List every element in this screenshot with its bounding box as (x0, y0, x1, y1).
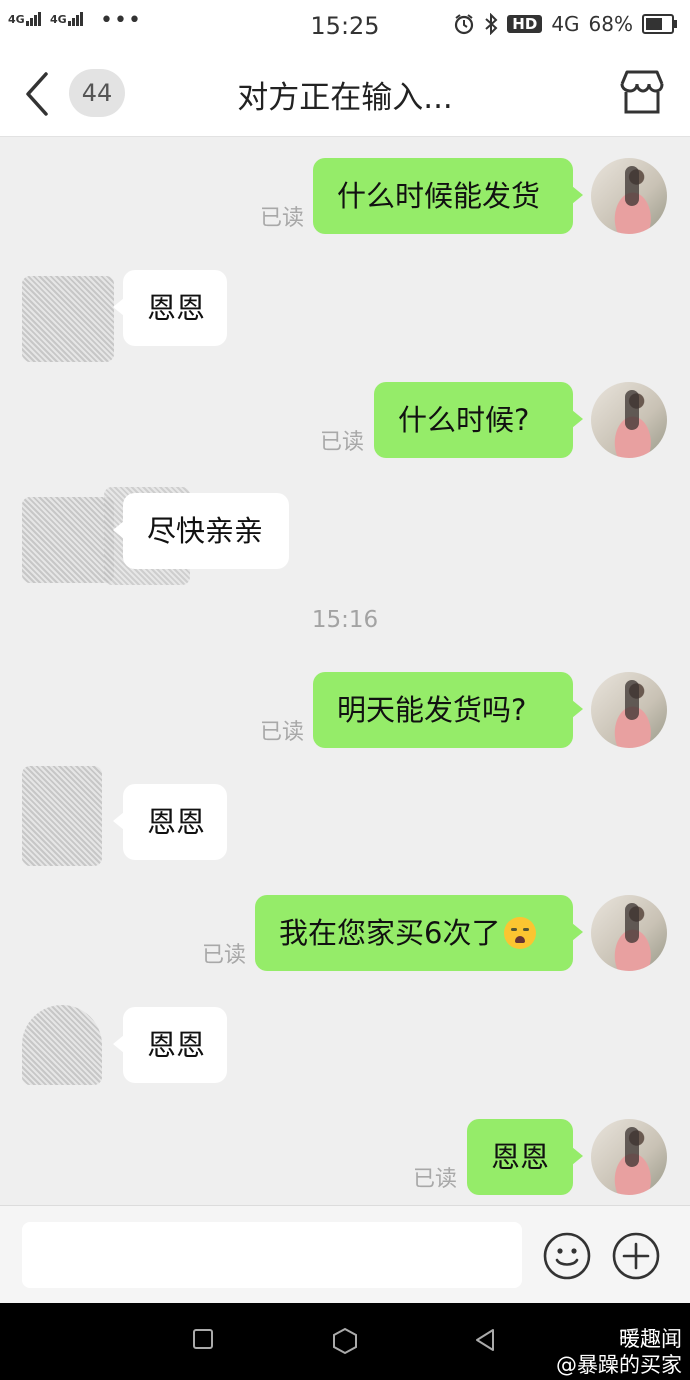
back-icon[interactable] (473, 1327, 497, 1353)
message-bubble-sent[interactable]: 什么时候? (374, 382, 583, 458)
page-title: 对方正在输入... (237, 80, 453, 116)
read-receipt: 已读 (320, 430, 365, 455)
read-receipt: 已读 (260, 720, 305, 745)
message-row: 已读 恩恩 (0, 1119, 690, 1199)
crying-face-icon (504, 917, 537, 949)
alarm-icon (455, 14, 474, 35)
message-row: 尽快亲亲 (0, 487, 690, 585)
read-receipt: 已读 (260, 206, 305, 231)
seller-avatar[interactable] (22, 276, 114, 362)
read-receipt: 已读 (202, 943, 247, 968)
status-bar: 4G 4G ••• 15:25 HD 4G 68% (0, 0, 690, 52)
message-row: 已读 什么时候能发货 (0, 158, 690, 238)
seller-avatar[interactable] (22, 766, 102, 866)
message-bubble-received[interactable]: 恩恩 (113, 270, 227, 346)
message-bubble-received[interactable]: 尽快亲亲 (113, 493, 289, 569)
my-avatar[interactable] (591, 1119, 667, 1195)
message-row: 恩恩 (0, 270, 690, 362)
recent-apps-icon[interactable] (191, 1327, 215, 1351)
message-input-bar (0, 1205, 690, 1304)
battery-percent: 68% (588, 12, 633, 36)
message-row: 已读 我在您家买6次了 (0, 895, 690, 975)
home-icon[interactable] (331, 1327, 359, 1355)
message-row: 恩恩 (0, 766, 690, 874)
message-bubble-received[interactable]: 恩恩 (113, 1007, 227, 1083)
watermark: 暖趣闻 @暴躁的买家 (556, 1326, 682, 1378)
battery-icon (642, 14, 677, 34)
message-row: 恩恩 (0, 1005, 690, 1097)
bluetooth-icon (485, 13, 498, 35)
message-row: 已读 明天能发货吗? (0, 672, 690, 752)
message-text: 我在您家买6次了 (279, 916, 501, 950)
message-bubble-sent[interactable]: 我在您家买6次了 (255, 895, 583, 971)
my-avatar[interactable] (591, 382, 667, 458)
watermark-handle: @暴躁的买家 (556, 1353, 682, 1377)
emoji-button-icon[interactable] (543, 1232, 591, 1280)
status-icons: HD 4G 68% (453, 12, 677, 36)
chat-header: 44 对方正在输入... (0, 52, 690, 137)
my-avatar[interactable] (591, 672, 667, 748)
message-bubble-sent[interactable]: 什么时候能发货 (313, 158, 583, 234)
store-icon[interactable] (618, 68, 666, 118)
chat-message-list[interactable]: 已读 什么时候能发货 恩恩 已读 什么时候? 尽快亲亲 15:16 已读 明天能… (0, 137, 690, 1205)
message-bubble-sent[interactable]: 恩恩 (467, 1119, 583, 1195)
my-avatar[interactable] (591, 158, 667, 234)
my-avatar[interactable] (591, 895, 667, 971)
message-bubble-received[interactable]: 恩恩 (113, 784, 227, 860)
message-bubble-sent[interactable]: 明天能发货吗? (313, 672, 583, 748)
message-input[interactable] (22, 1222, 522, 1288)
read-receipt: 已读 (413, 1167, 458, 1192)
watermark-brand: 暖趣闻 (619, 1327, 682, 1351)
network-type: 4G (551, 12, 580, 36)
add-attachment-icon[interactable] (612, 1232, 660, 1280)
hd-badge: HD (507, 15, 543, 33)
seller-avatar[interactable] (22, 497, 114, 583)
message-row: 已读 什么时候? (0, 382, 690, 462)
timestamp-separator: 15:16 (311, 607, 379, 633)
seller-avatar[interactable] (22, 1005, 102, 1085)
